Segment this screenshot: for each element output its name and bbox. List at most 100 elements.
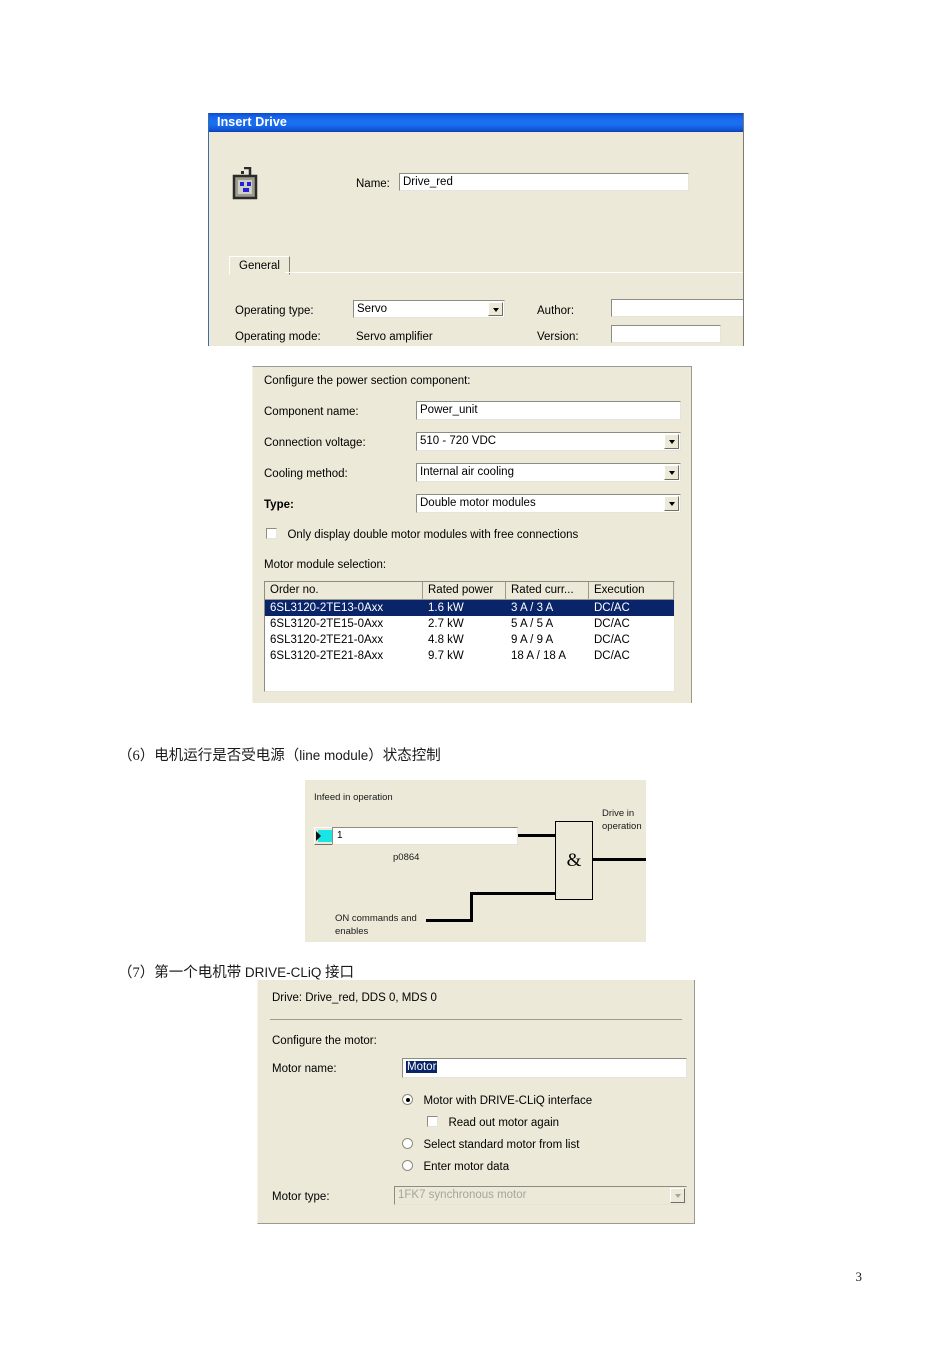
motor-name-label: Motor name: [272, 1063, 337, 1075]
p0864-value-input[interactable]: 1 [332, 827, 518, 845]
motor-configuration-dialog: Drive: Drive_red, DDS 0, MDS 0 Configure… [257, 980, 695, 1224]
insert-drive-body: Name: Drive_red General Operating type: … [209, 132, 743, 346]
tab-general[interactable]: General [229, 256, 290, 275]
cooling-method-select[interactable]: Internal air cooling [416, 463, 681, 482]
page-number: 3 [855, 1269, 863, 1284]
cell-execution: DC/AC [594, 650, 630, 662]
caption-7-text: 第一个电机带 [154, 965, 245, 981]
drive-in-operation-label-line2: operation [602, 821, 642, 832]
motor-dialog-header: Drive: Drive_red, DDS 0, MDS 0 [272, 992, 437, 1004]
connection-voltage-value: 510 - 720 VDC [420, 435, 497, 447]
column-header-order-no[interactable]: Order no. [265, 582, 423, 600]
author-input[interactable] [611, 299, 743, 317]
component-name-input[interactable]: Power_unit [416, 401, 681, 420]
chevron-down-icon[interactable] [664, 465, 679, 480]
version-input[interactable] [611, 325, 721, 343]
power-section-heading: Configure the power section component: [264, 375, 471, 387]
radio-button-icon[interactable] [402, 1160, 413, 1171]
caption-7-text2: 接口 [321, 965, 355, 981]
cell-rated-curr: 18 A / 18 A [511, 650, 566, 662]
chevron-down-icon[interactable] [664, 496, 679, 511]
cell-order-no: 6SL3120-2TE15-0Axx [270, 618, 384, 630]
radio-motor-drive-cliq-label: Motor with DRIVE-CLiQ interface [423, 1095, 593, 1107]
caption-6-text: 电机运行是否受电源（ [154, 748, 300, 764]
name-label: Name: [356, 178, 390, 190]
operating-mode-value: Servo amplifier [356, 331, 433, 343]
type-label: Type: [264, 499, 294, 511]
radio-select-standard-motor-label: Select standard motor from list [423, 1139, 580, 1151]
cell-execution: DC/AC [594, 618, 630, 630]
radio-select-standard-motor-row[interactable]: Select standard motor from list [402, 1135, 579, 1153]
cell-order-no: 6SL3120-2TE21-8Axx [270, 650, 384, 662]
insert-drive-titlebar[interactable]: Insert Drive [209, 113, 743, 132]
caption-7-prefix: （7） [118, 965, 155, 981]
type-select[interactable]: Double motor modules [416, 494, 681, 513]
power-section-dialog: Configure the power section component: C… [252, 366, 692, 703]
column-header-execution[interactable]: Execution [589, 582, 674, 600]
list-header-row: Order no. Rated power Rated curr... Exec… [265, 582, 674, 600]
cell-order-no: 6SL3120-2TE21-0Axx [270, 634, 384, 646]
motor-type-label: Motor type: [272, 1191, 330, 1203]
cell-rated-power: 4.8 kW [428, 634, 464, 646]
operating-mode-label: Operating mode: [235, 331, 321, 343]
motor-name-input[interactable]: Motor [402, 1058, 687, 1078]
only-free-connections-label: Only display double motor modules with f… [287, 529, 579, 541]
header-divider [270, 1019, 682, 1020]
operating-type-select[interactable]: Servo [353, 300, 505, 318]
chevron-down-icon [670, 1188, 685, 1203]
chevron-down-icon[interactable] [488, 302, 503, 316]
cell-rated-power: 2.7 kW [428, 618, 464, 630]
checkbox-read-out-motor-row[interactable]: Read out motor again [427, 1113, 559, 1131]
wire-on-commands-horizontal-lower [426, 919, 473, 922]
column-header-rated-curr[interactable]: Rated curr... [506, 582, 589, 600]
only-free-connections-checkbox-row[interactable]: Only display double motor modules with f… [266, 525, 578, 543]
component-name-label: Component name: [264, 406, 359, 418]
cell-order-no: 6SL3120-2TE13-0Axx [270, 602, 384, 614]
wire-infeed-to-gate [518, 834, 556, 837]
type-value: Double motor modules [420, 497, 536, 509]
caption-7-latin: DRIVE-CLiQ [244, 965, 322, 980]
tabstrip: General [229, 256, 743, 275]
and-gate-symbol: & [566, 849, 582, 871]
cell-rated-curr: 5 A / 5 A [511, 618, 554, 630]
table-row[interactable]: 6SL3120-2TE21-0Axx 4.8 kW 9 A / 9 A DC/A… [265, 632, 674, 648]
radio-enter-motor-data-label: Enter motor data [423, 1161, 510, 1173]
radio-motor-drive-cliq-row[interactable]: Motor with DRIVE-CLiQ interface [402, 1091, 592, 1109]
dialog-title: Insert Drive [217, 115, 287, 129]
operating-type-value: Servo [357, 303, 388, 315]
motor-module-list[interactable]: Order no. Rated power Rated curr... Exec… [264, 581, 675, 692]
cell-execution: DC/AC [594, 634, 630, 646]
drive-name-input[interactable]: Drive_red [399, 173, 689, 191]
configure-motor-heading: Configure the motor: [272, 1035, 377, 1047]
cell-rated-curr: 9 A / 9 A [511, 634, 554, 646]
parameter-p0864-label: p0864 [393, 852, 420, 863]
infeed-in-operation-label: Infeed in operation [314, 792, 393, 803]
cooling-method-label: Cooling method: [264, 468, 348, 480]
radio-enter-motor-data-row[interactable]: Enter motor data [402, 1157, 509, 1175]
wire-on-commands-horizontal-upper [470, 892, 556, 895]
radio-button-icon[interactable] [402, 1094, 413, 1105]
drive-module-icon [232, 167, 258, 200]
caption-line-6: （6）电机运行是否受电源（line module）状态控制 [118, 744, 441, 765]
motor-name-value: Motor [406, 1061, 438, 1073]
chevron-down-icon[interactable] [664, 434, 679, 449]
checkbox-icon[interactable] [427, 1116, 438, 1127]
cooling-method-value: Internal air cooling [420, 466, 514, 478]
column-header-rated-power[interactable]: Rated power [423, 582, 506, 600]
on-commands-label-line1: ON commands and [335, 913, 417, 924]
radio-button-icon[interactable] [402, 1138, 413, 1149]
cell-rated-power: 1.6 kW [428, 602, 464, 614]
drive-in-operation-label-line1: Drive in [602, 808, 635, 819]
tabstrip-filler [285, 272, 743, 276]
motor-type-select: 1FK7 synchronous motor [394, 1186, 687, 1205]
table-row[interactable]: 6SL3120-2TE13-0Axx 1.6 kW 3 A / 3 A DC/A… [265, 600, 674, 616]
cell-rated-power: 9.7 kW [428, 650, 464, 662]
logic-diagram: Infeed in operation 1 p0864 & ON command… [305, 780, 646, 942]
cell-rated-curr: 3 A / 3 A [511, 602, 554, 614]
cell-execution: DC/AC [594, 602, 630, 614]
table-row[interactable]: 6SL3120-2TE21-8Axx 9.7 kW 18 A / 18 A DC… [265, 648, 674, 664]
checkbox-icon[interactable] [266, 528, 277, 539]
table-row[interactable]: 6SL3120-2TE15-0Axx 2.7 kW 5 A / 5 A DC/A… [265, 616, 674, 632]
caption-6-prefix: （6） [118, 748, 155, 764]
connection-voltage-select[interactable]: 510 - 720 VDC [416, 432, 681, 451]
